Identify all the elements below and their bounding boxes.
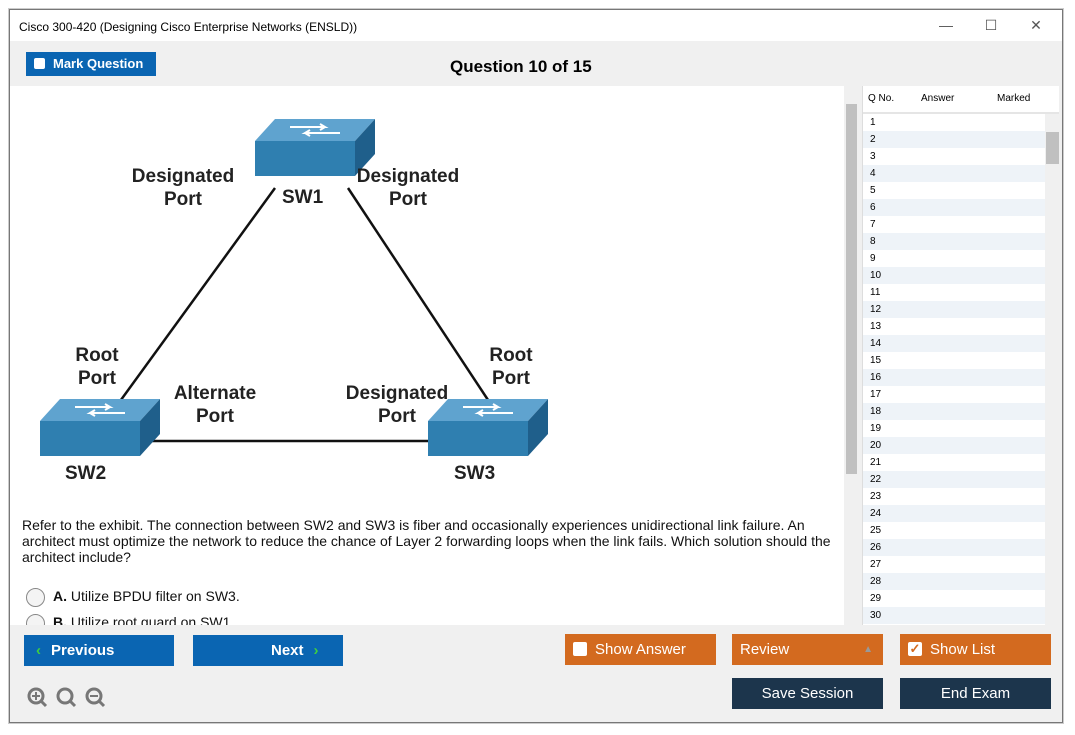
app-window: Cisco 300-420 (Designing Cisco Enterpris…: [9, 9, 1063, 723]
switch-sw2-icon: [39, 398, 161, 457]
list-item[interactable]: 18: [863, 403, 1046, 420]
question-text: Refer to the exhibit. The connection bet…: [22, 517, 831, 565]
caret-up-icon: ▲: [863, 644, 873, 655]
list-item[interactable]: 30: [863, 607, 1046, 624]
list-item[interactable]: 13: [863, 318, 1046, 335]
list-item[interactable]: 21: [863, 454, 1046, 471]
review-button[interactable]: Review ▲: [732, 634, 883, 665]
list-item[interactable]: 29: [863, 590, 1046, 607]
list-item[interactable]: 2: [863, 131, 1046, 148]
list-item[interactable]: 22: [863, 471, 1046, 488]
label-sw2-root-port: Root Port: [75, 345, 119, 389]
list-item[interactable]: 11: [863, 284, 1046, 301]
show-list-button[interactable]: ✓ Show List: [900, 634, 1051, 665]
list-header: Q No. Answer Marked: [863, 86, 1059, 114]
list-item[interactable]: 1: [863, 114, 1046, 131]
list-item[interactable]: 3: [863, 148, 1046, 165]
question-scrollbar[interactable]: [844, 86, 858, 625]
question-list: Q No. Answer Marked 1 2 3 4 5 6 7 8 9 10 11 12 13 14 1…: [862, 86, 1059, 625]
save-session-button[interactable]: Save Session: [732, 678, 883, 709]
scroll-thumb[interactable]: [1046, 132, 1059, 164]
chevron-left-icon: ‹: [36, 642, 41, 659]
network-exhibit: [39, 118, 549, 457]
header-marked: Marked: [997, 93, 1031, 104]
list-item[interactable]: 17: [863, 386, 1046, 403]
list-item[interactable]: 12: [863, 301, 1046, 318]
radio-button[interactable]: [26, 588, 45, 607]
list-item[interactable]: 7: [863, 216, 1046, 233]
previous-button[interactable]: ‹ Previous: [24, 635, 174, 666]
list-item[interactable]: 19: [863, 420, 1046, 437]
scroll-thumb[interactable]: [846, 104, 857, 474]
mark-question-label: Mark Question: [53, 56, 144, 71]
checkmark-icon: ✓: [908, 641, 922, 656]
label-sw1: SW1: [282, 187, 324, 208]
list-item[interactable]: 28: [863, 573, 1046, 590]
label-sw1-right-port: Designated Port: [356, 166, 460, 210]
label-sw2: SW2: [65, 463, 107, 484]
mark-question-button[interactable]: Mark Question: [26, 52, 156, 76]
option-b[interactable]: B. Utilize root guard on SW1.: [26, 614, 234, 625]
list-item[interactable]: 14: [863, 335, 1046, 352]
question-pane: Designated Port Designated Port SW1 Root…: [10, 86, 844, 625]
maximize-button[interactable]: ☐: [971, 14, 1011, 36]
chevron-right-icon: ›: [313, 642, 319, 659]
list-item[interactable]: 24: [863, 505, 1046, 522]
end-exam-button[interactable]: End Exam: [900, 678, 1051, 709]
option-a[interactable]: A. Utilize BPDU filter on SW3.: [26, 588, 240, 607]
header-qno: Q No.: [868, 93, 895, 104]
list-item[interactable]: 15: [863, 352, 1046, 369]
list-item[interactable]: 9: [863, 250, 1046, 267]
list-item[interactable]: 8: [863, 233, 1046, 250]
checkbox-icon: [34, 58, 45, 69]
list-item[interactable]: 10: [863, 267, 1046, 284]
link-sw1-sw3: [346, 187, 494, 407]
show-answer-button[interactable]: Show Answer: [565, 634, 716, 665]
header-answer: Answer: [921, 93, 955, 104]
list-item[interactable]: 5: [863, 182, 1046, 199]
list-item[interactable]: 25: [863, 522, 1046, 539]
question-title: Question 10 of 15: [450, 57, 592, 76]
list-item[interactable]: 6: [863, 199, 1046, 216]
label-sw2-alternate-port: Alternate Port: [173, 383, 257, 427]
close-button[interactable]: ✕: [1016, 14, 1056, 36]
minimize-button[interactable]: —: [926, 14, 966, 36]
list-item[interactable]: 16: [863, 369, 1046, 386]
window-title: Cisco 300-420 (Designing Cisco Enterpris…: [19, 20, 358, 34]
list-item[interactable]: 26: [863, 539, 1046, 556]
zoom-reset-icon: [56, 687, 74, 705]
radio-button[interactable]: [26, 614, 45, 625]
label-sw3-root-port: Root Port: [489, 345, 533, 389]
list-item[interactable]: 20: [863, 437, 1046, 454]
link-sw1-sw2: [116, 187, 277, 405]
list-item[interactable]: 27: [863, 556, 1046, 573]
label-sw1-left-port: Designated Port: [131, 166, 235, 210]
list-scrollbar[interactable]: [1045, 114, 1059, 625]
checkbox-icon: [573, 642, 587, 656]
label-sw3-designated-port: Designated Port: [345, 383, 449, 427]
label-sw3: SW3: [454, 463, 496, 484]
zoom-controls: [27, 687, 106, 708]
next-button[interactable]: Next ›: [193, 635, 343, 666]
list-item[interactable]: 23: [863, 488, 1046, 505]
list-item[interactable]: 4: [863, 165, 1046, 182]
title-bar: Cisco 300-420 (Designing Cisco Enterpris…: [10, 10, 1062, 41]
